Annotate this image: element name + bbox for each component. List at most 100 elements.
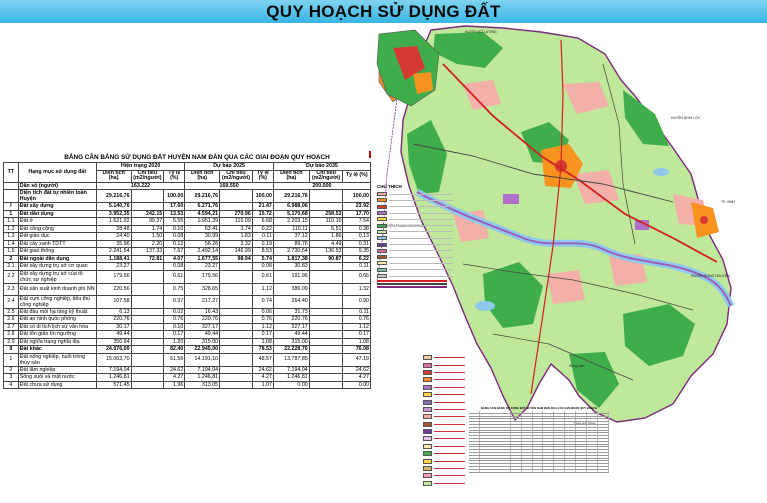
row-value: 1.12 bbox=[342, 322, 371, 332]
mini-table-row bbox=[469, 469, 609, 473]
row-value: 217.27 bbox=[184, 294, 221, 309]
legend2-item bbox=[423, 435, 465, 442]
row-value bbox=[219, 269, 253, 284]
row-value: 0.37 bbox=[163, 294, 186, 309]
row-value bbox=[130, 202, 165, 211]
legend2-item bbox=[423, 465, 465, 472]
row-tt: 2.5 bbox=[3, 307, 19, 317]
row-value: 110.16 bbox=[308, 217, 344, 226]
legend2-item bbox=[423, 391, 465, 398]
legend2-text-placeholder bbox=[434, 379, 465, 381]
place-label-nghi-loc: HUYỆN NGHI LỘC bbox=[671, 116, 701, 120]
row-value: 137.33 bbox=[130, 247, 165, 256]
agriculture-swatch bbox=[377, 229, 387, 234]
row-name: Đất ngoài dân dụng bbox=[17, 254, 97, 264]
row-value: 72.81 bbox=[130, 254, 165, 264]
row-value: 37.12 bbox=[272, 232, 310, 241]
table-row: 2.2 Đất xây dựng trụ sở của tổ chức sự ng… bbox=[3, 269, 371, 284]
row-tt: 2 bbox=[3, 365, 19, 375]
legend2-swatch bbox=[423, 399, 432, 405]
row-value: 49.44 bbox=[272, 330, 310, 339]
legend-line-swatch bbox=[377, 283, 447, 286]
row-value: 0.02 bbox=[163, 307, 186, 317]
public-swatch bbox=[377, 217, 387, 222]
table-row: 2 Đất lâm nghiệp 7.194,04 24.62 7.194,04 24.6… bbox=[3, 365, 371, 375]
row-value: 4.07 bbox=[163, 254, 186, 264]
row-value: 328.65 bbox=[184, 282, 221, 296]
row-value: 29.216,76 bbox=[184, 189, 221, 204]
row-value: 17.70 bbox=[342, 209, 371, 219]
subheader-area: Diện tích (ha) bbox=[272, 169, 310, 183]
row-value bbox=[308, 337, 344, 347]
table-row: 2.7 Đất có di tích lịch sử văn hóa 30.17 0.… bbox=[3, 322, 371, 332]
legend2-item bbox=[423, 428, 465, 435]
table-body: Dân số (người) 163.222 169.550 200.000 Diện … bbox=[3, 181, 372, 390]
legend2-text-placeholder bbox=[434, 386, 465, 388]
row-value: 313.05 bbox=[184, 380, 221, 390]
row-value: 107.58 bbox=[95, 294, 132, 309]
row-value: 327.17 bbox=[184, 322, 221, 332]
tourism-swatch bbox=[377, 261, 387, 266]
row-value: 1.246,81 bbox=[184, 373, 221, 382]
row-value: 1.621,92 bbox=[95, 217, 132, 226]
row-value: 1.246,81 bbox=[95, 373, 132, 382]
row-value: 0.17 bbox=[163, 330, 186, 339]
legend2-swatch bbox=[423, 466, 432, 472]
row-tt: 2.8 bbox=[3, 330, 19, 339]
legend2-text-placeholder bbox=[434, 431, 465, 433]
legend-text-placeholder bbox=[389, 225, 453, 227]
row-value: 2.730,54 bbox=[272, 247, 310, 256]
row-name: Đất an ninh quốc phòng bbox=[17, 315, 97, 324]
urban-swatch bbox=[377, 198, 387, 203]
row-value: 327.17 bbox=[272, 322, 310, 332]
row-value: 5.55 bbox=[163, 217, 186, 226]
row-value: 7.67 bbox=[163, 247, 186, 256]
row-value bbox=[130, 307, 165, 317]
legend-text-placeholder bbox=[389, 244, 453, 246]
row-value bbox=[308, 315, 344, 324]
row-value: 1.32 bbox=[342, 282, 371, 296]
row-value bbox=[130, 294, 165, 309]
row-tt: 2.1 bbox=[3, 262, 19, 271]
legend-text-placeholder bbox=[389, 193, 453, 195]
table-row: 1.3 Đất giáo dục 24.40 1.50 0.08 30.99 1.83 0.1… bbox=[3, 232, 371, 241]
park-swatch bbox=[377, 267, 387, 272]
col-period-2035: Dự báo 2035 bbox=[272, 162, 372, 171]
legend-text-placeholder bbox=[389, 212, 453, 214]
land-use-balance-table: TT Hạng mục sử dụng đất Hiện trạng 2020 … bbox=[3, 162, 372, 390]
row-value bbox=[130, 365, 165, 375]
row-tt: 2.2 bbox=[3, 269, 19, 284]
legend2-text-placeholder bbox=[434, 468, 465, 470]
row-value: 30.99 bbox=[184, 232, 221, 241]
land-use-map: HUYỆN ĐÔ LƯƠNG HUYỆN NGHI LỘC HUYỆN HƯNG… bbox=[373, 24, 767, 503]
row-value: 0.76 bbox=[251, 315, 274, 324]
row-value: 0.61 bbox=[163, 269, 186, 284]
row-name: Đất sản xuất kinh doanh phi NN bbox=[17, 282, 97, 296]
row-value: 0.90 bbox=[342, 294, 371, 309]
legend-line-swatch bbox=[377, 286, 447, 289]
legend-text-placeholder bbox=[389, 256, 453, 258]
table-row: 2.9 Đất nghĩa trang nghĩa địa 350.94 1.20 31… bbox=[3, 337, 371, 347]
row-value bbox=[308, 345, 344, 354]
legend2-swatch bbox=[423, 480, 432, 486]
row-value: 9.35 bbox=[342, 247, 371, 256]
row-value bbox=[219, 322, 253, 332]
row-value: 3.952,35 bbox=[95, 209, 132, 219]
table-title: BẢNG CÂN BẰNG SỬ DỤNG ĐẤT HUYỆN NAM ĐÀN … bbox=[64, 154, 330, 161]
row-tt: 2.9 bbox=[3, 337, 19, 347]
title-bar: QUY HOẠCH SỬ DỤNG ĐẤT bbox=[0, 0, 767, 23]
row-value bbox=[308, 202, 344, 211]
legend2-swatch bbox=[423, 414, 432, 420]
row-value: 1.83 bbox=[219, 232, 253, 241]
row-name: Đất đầu mối hạ tầng kỹ thuật bbox=[17, 307, 97, 317]
legend2-swatch bbox=[423, 429, 432, 435]
population-pop_2025: 169.550 bbox=[184, 181, 274, 191]
row-value: 146.99 bbox=[219, 247, 253, 256]
legend2-text-placeholder bbox=[434, 371, 465, 373]
legend2-item bbox=[423, 354, 465, 361]
row-value: 24.62 bbox=[342, 365, 371, 375]
row-value: 386.09 bbox=[272, 282, 310, 296]
row-name: Đất tôn giáo tín ngưỡng bbox=[17, 330, 97, 339]
row-value bbox=[130, 330, 165, 339]
row-value: 22.945,00 bbox=[184, 345, 221, 354]
